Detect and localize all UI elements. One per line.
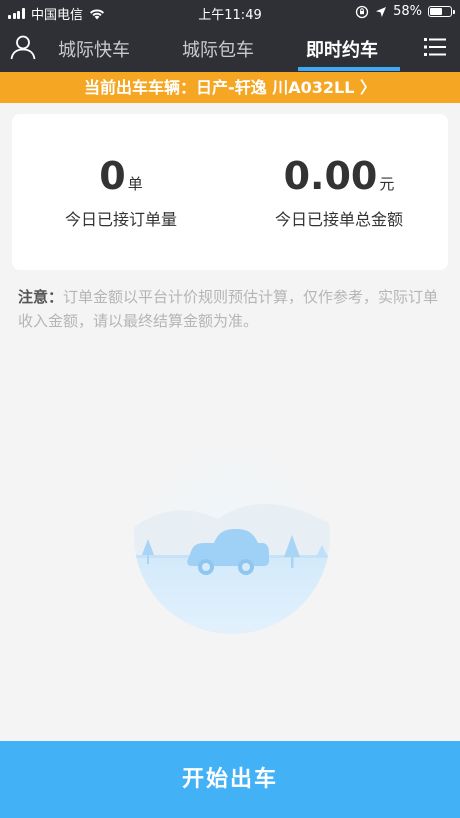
notice-text: 注意：订单金额以平台计价规则预估计算，仅作参考，实际订单收入金额，请以最终结算金… xyxy=(18,285,444,333)
car-illustration xyxy=(134,438,330,634)
daily-stats-card: 0单 今日已接订单量 0.00 元 今日已接单总金额 xyxy=(12,114,448,270)
battery-icon xyxy=(428,6,455,17)
active-tab-indicator xyxy=(298,67,400,71)
amount-value: 0.00 xyxy=(283,154,378,198)
orders-unit: 单 xyxy=(127,175,143,193)
menu-icon[interactable] xyxy=(424,37,446,57)
user-icon[interactable] xyxy=(10,34,36,60)
status-bar: 中国电信 上午11:49 58% xyxy=(0,0,460,24)
location-arrow-icon xyxy=(376,6,387,17)
current-vehicle-bar[interactable]: 当前出车车辆：日产-轩逸 川A032LL 〉 xyxy=(0,72,460,103)
orders-count: 0 xyxy=(99,154,126,198)
status-right: 58% xyxy=(355,4,455,19)
battery-fill xyxy=(430,8,442,15)
amount-stat: 0.00 元 今日已接单总金额 xyxy=(230,154,448,230)
start-driving-button[interactable]: 开始出车 xyxy=(0,741,460,818)
tab-intercity-express[interactable]: 城际快车 xyxy=(58,36,130,62)
amount-label: 今日已接单总金额 xyxy=(274,210,403,229)
tab-intercity-charter[interactable]: 城际包车 xyxy=(182,36,254,62)
notice-title: 注意： xyxy=(18,288,64,306)
notice-body: 订单金额以平台计价规则预估计算，仅作参考，实际订单收入金额，请以最终结算金额为准… xyxy=(18,288,439,330)
battery-percent: 58% xyxy=(393,4,422,19)
orders-stat: 0单 今日已接订单量 xyxy=(12,154,230,230)
tab-instant-booking[interactable]: 即时约车 xyxy=(306,36,378,62)
orders-label: 今日已接订单量 xyxy=(64,210,177,229)
amount-unit: 元 xyxy=(379,175,395,193)
orientation-lock-icon xyxy=(355,5,369,18)
top-nav: 城际快车 城际包车 即时约车 xyxy=(0,24,460,72)
